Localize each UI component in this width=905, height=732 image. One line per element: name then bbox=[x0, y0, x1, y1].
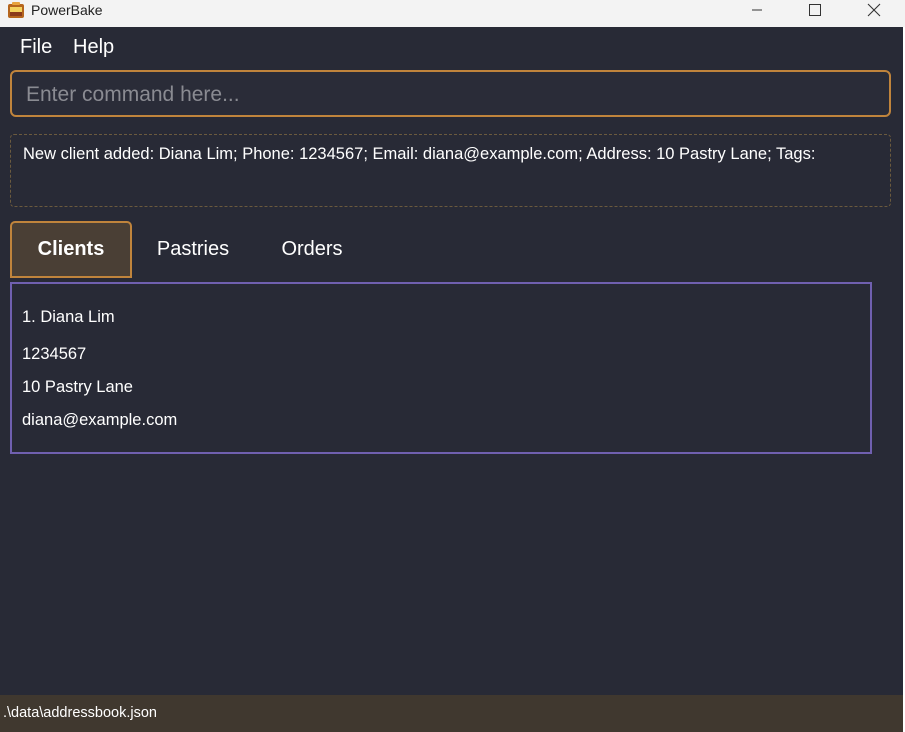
close-button[interactable] bbox=[851, 0, 897, 20]
tab-orders[interactable]: Orders bbox=[268, 221, 356, 278]
result-message: New client added: Diana Lim; Phone: 1234… bbox=[23, 145, 816, 163]
tab-label: Clients bbox=[37, 238, 105, 260]
client-address: 10 Pastry Lane bbox=[22, 378, 133, 396]
main-window: File Help New client added: Diana Lim; P… bbox=[0, 27, 905, 732]
menu-file[interactable]: File bbox=[20, 36, 52, 59]
app-icon bbox=[7, 2, 25, 19]
client-name: 1. Diana Lim bbox=[22, 308, 115, 326]
tab-bar: Clients Pastries Orders bbox=[10, 221, 891, 279]
tab-label: Orders bbox=[281, 238, 343, 260]
data-file-path: .\data\addressbook.json bbox=[3, 705, 157, 721]
result-display: New client added: Diana Lim; Phone: 1234… bbox=[10, 134, 891, 207]
command-box bbox=[10, 70, 891, 117]
close-icon bbox=[867, 3, 881, 17]
minimize-icon bbox=[751, 4, 763, 16]
minimize-button[interactable] bbox=[734, 0, 780, 20]
client-email: diana@example.com bbox=[22, 411, 178, 429]
client-phone: 1234567 bbox=[22, 345, 87, 363]
command-input[interactable] bbox=[26, 82, 866, 108]
tab-pastries[interactable]: Pastries bbox=[147, 221, 239, 278]
status-bar: .\data\addressbook.json bbox=[0, 695, 905, 732]
title-bar: PowerBake bbox=[0, 0, 905, 27]
maximize-icon bbox=[809, 4, 821, 16]
tab-label: Pastries bbox=[156, 238, 230, 260]
tab-clients[interactable]: Clients bbox=[10, 221, 132, 278]
client-list[interactable]: 1. Diana Lim 1234567 10 Pastry Lane dian… bbox=[10, 282, 872, 454]
window-title: PowerBake bbox=[31, 2, 103, 18]
maximize-button[interactable] bbox=[792, 0, 838, 20]
menu-help[interactable]: Help bbox=[73, 36, 114, 59]
menu-bar: File Help bbox=[0, 27, 905, 67]
